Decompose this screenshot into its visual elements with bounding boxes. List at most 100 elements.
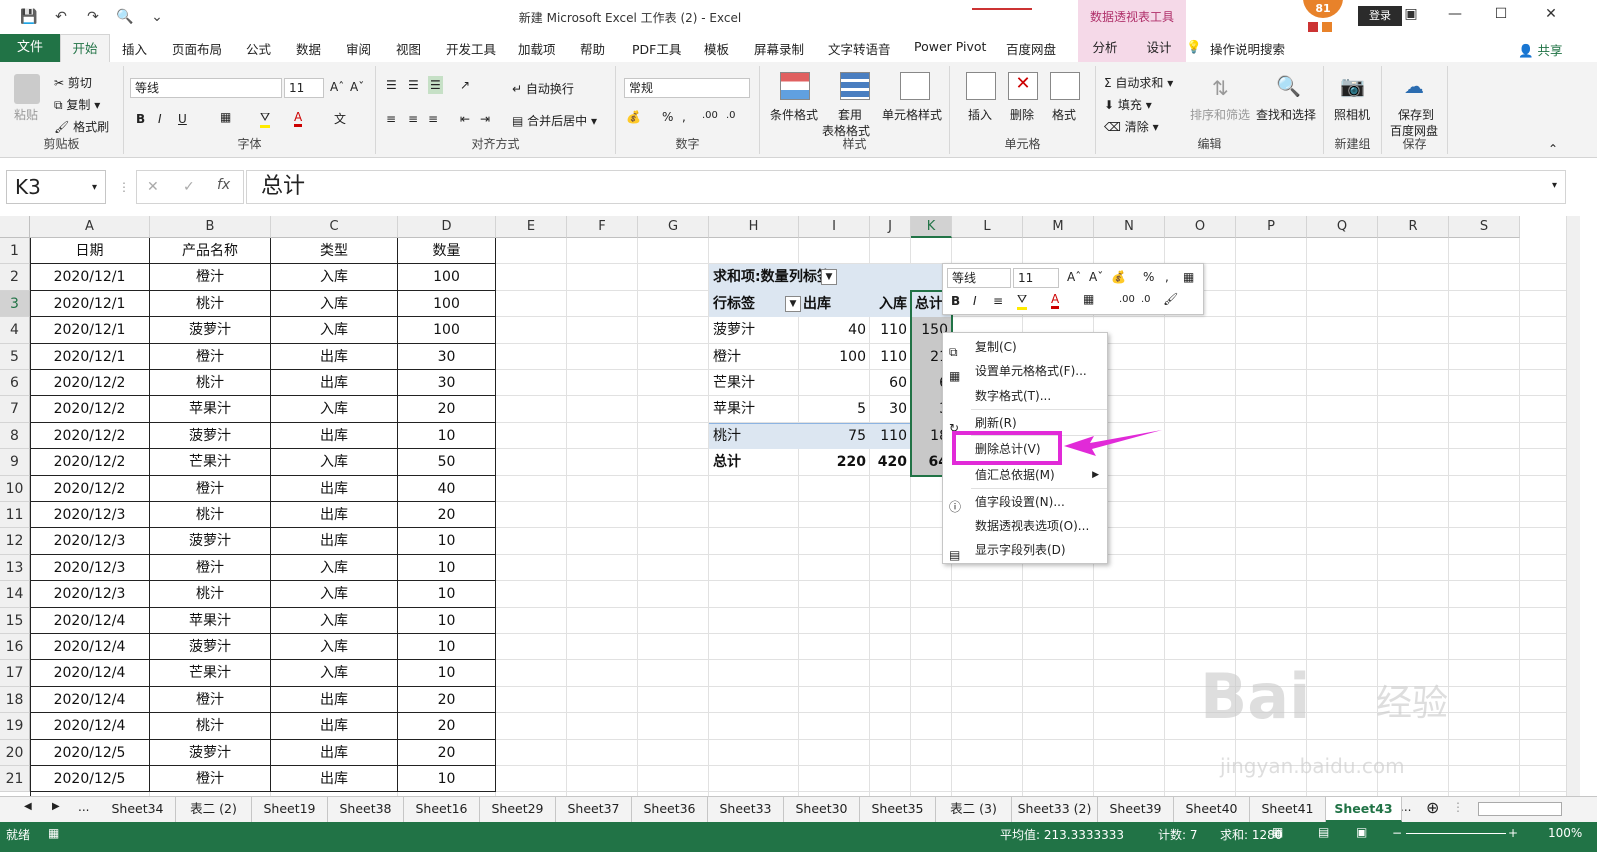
tab-home[interactable]: 开始 bbox=[60, 34, 110, 62]
cell[interactable]: 橙汁 bbox=[150, 264, 271, 291]
tab-insert[interactable]: 插入 bbox=[122, 39, 147, 58]
tab-review[interactable]: 审阅 bbox=[346, 39, 371, 58]
column-header[interactable]: J bbox=[870, 216, 911, 238]
column-header[interactable]: B bbox=[150, 216, 271, 238]
pivot-row-item[interactable]: 桃汁 bbox=[709, 423, 799, 449]
cell[interactable]: 40 bbox=[398, 475, 496, 502]
row-header[interactable]: 4 bbox=[0, 317, 30, 344]
collapse-ribbon-icon[interactable]: ⌃ bbox=[1548, 142, 1558, 156]
cell[interactable]: 桃汁 bbox=[150, 290, 271, 318]
insert-cells-icon[interactable] bbox=[966, 72, 996, 100]
row-header[interactable]: 13 bbox=[0, 554, 30, 582]
sheet-tab[interactable]: Sheet36 bbox=[632, 797, 708, 822]
cell[interactable]: 2020/12/2 bbox=[30, 422, 150, 450]
pivot-value[interactable]: 100 bbox=[799, 344, 870, 370]
sheet-tab[interactable]: Sheet40 bbox=[1174, 797, 1250, 822]
name-box[interactable]: K3 bbox=[6, 170, 106, 204]
vertical-scrollbar[interactable] bbox=[1566, 216, 1580, 796]
comma-icon[interactable]: , bbox=[682, 110, 686, 124]
pivot-grand-total[interactable]: 220 bbox=[799, 449, 870, 475]
cell[interactable]: 2020/12/4 bbox=[30, 713, 150, 740]
mini-comma-icon[interactable]: , bbox=[1165, 270, 1169, 284]
enter-icon[interactable]: ✓ bbox=[183, 179, 195, 195]
tab-formulas[interactable]: 公式 bbox=[246, 39, 271, 58]
align-left-icon[interactable]: ≡ bbox=[386, 112, 396, 126]
wrap-text-button[interactable]: ↵ 自动换行 bbox=[512, 80, 574, 97]
bold-icon[interactable]: B bbox=[136, 112, 145, 126]
column-header[interactable]: I bbox=[799, 216, 870, 238]
cell[interactable]: 桃汁 bbox=[150, 581, 271, 608]
format-painter-button[interactable]: 🖌 格式刷 bbox=[54, 118, 109, 135]
cell[interactable]: 出库 bbox=[271, 502, 398, 529]
tab-page-layout[interactable]: 页面布局 bbox=[172, 39, 222, 58]
column-header[interactable]: F bbox=[567, 216, 638, 238]
pivot-col-out[interactable]: 出库 bbox=[799, 291, 870, 317]
cell[interactable]: 入库 bbox=[271, 449, 398, 476]
cell[interactable]: 产品名称 bbox=[150, 238, 271, 265]
align-center-icon[interactable]: ≡ bbox=[408, 112, 418, 126]
increase-indent-icon[interactable]: ⇥ bbox=[480, 112, 490, 126]
share-button[interactable]: 👤 共享 bbox=[1518, 40, 1563, 59]
cell[interactable]: 2020/12/3 bbox=[30, 528, 150, 555]
sheet-tab[interactable]: Sheet33 (2) bbox=[1012, 797, 1098, 822]
menu-pivot-options[interactable]: 数据透视表选项(O)... bbox=[943, 514, 1107, 538]
cell[interactable]: 10 bbox=[398, 766, 496, 793]
select-all-corner[interactable] bbox=[0, 216, 30, 238]
cell[interactable]: 2020/12/4 bbox=[30, 686, 150, 714]
insert-cells-button[interactable]: 插入 bbox=[968, 106, 992, 123]
normal-view-icon[interactable]: ▦ bbox=[1272, 825, 1283, 839]
column-header[interactable]: D bbox=[398, 216, 496, 238]
number-format-select[interactable]: 常规 bbox=[624, 78, 750, 98]
underline-icon[interactable]: U bbox=[178, 112, 187, 126]
minimize-icon[interactable]: — bbox=[1440, 6, 1470, 22]
tab-tts[interactable]: 文字转语音 bbox=[828, 39, 891, 58]
tab-split-grip[interactable]: ⋮ bbox=[1452, 800, 1464, 814]
pivot-value[interactable]: 75 bbox=[799, 423, 870, 449]
tab-template[interactable]: 模板 bbox=[704, 39, 729, 58]
cell[interactable]: 橙汁 bbox=[150, 343, 271, 370]
clear-button[interactable]: ⌫ 清除 ▾ bbox=[1104, 118, 1159, 135]
sheet-tab[interactable]: 表二 (2) bbox=[176, 797, 252, 822]
row-header[interactable]: 14 bbox=[0, 581, 30, 608]
cell[interactable]: 菠萝汁 bbox=[150, 422, 271, 450]
align-right-icon[interactable]: ≡ bbox=[428, 112, 438, 126]
menu-copy[interactable]: ⧉ 复制(C) bbox=[943, 335, 1107, 359]
tab-addins[interactable]: 加载项 bbox=[518, 39, 556, 58]
row-header[interactable]: 5 bbox=[0, 343, 30, 370]
cell[interactable]: 30 bbox=[398, 370, 496, 397]
cell[interactable]: 入库 bbox=[271, 660, 398, 687]
pivot-value[interactable]: 40 bbox=[799, 317, 870, 343]
cell[interactable]: 20 bbox=[398, 502, 496, 529]
new-sheet-icon[interactable]: ⊕ bbox=[1426, 798, 1439, 817]
column-header[interactable]: L bbox=[952, 216, 1023, 238]
sheet-tab[interactable]: Sheet16 bbox=[404, 797, 480, 822]
italic-icon[interactable]: I bbox=[158, 112, 162, 126]
column-header[interactable]: G bbox=[638, 216, 709, 238]
cell[interactable]: 10 bbox=[398, 581, 496, 608]
sheet-tab[interactable]: Sheet39 bbox=[1098, 797, 1174, 822]
mini-bold-icon[interactable]: B bbox=[951, 294, 960, 308]
cell[interactable]: 2020/12/2 bbox=[30, 475, 150, 502]
cell[interactable]: 入库 bbox=[271, 264, 398, 291]
pivot-value[interactable] bbox=[799, 370, 870, 396]
cell[interactable]: 入库 bbox=[271, 317, 398, 344]
column-header[interactable]: H bbox=[709, 216, 799, 238]
sheet-tab[interactable]: Sheet35 bbox=[860, 797, 936, 822]
autosum-button[interactable]: Σ 自动求和 ▾ bbox=[1104, 74, 1173, 91]
cell[interactable]: 10 bbox=[398, 528, 496, 555]
find-icon[interactable]: 🔍 bbox=[1276, 74, 1301, 98]
cell[interactable]: 入库 bbox=[271, 607, 398, 634]
paste-button[interactable]: 粘贴 bbox=[14, 106, 38, 123]
paste-icon[interactable] bbox=[14, 74, 40, 104]
mini-table-icon[interactable]: ▦ bbox=[1183, 270, 1194, 284]
cell[interactable]: 出库 bbox=[271, 766, 398, 793]
mini-inc-decimal-icon[interactable]: .00 bbox=[1119, 294, 1135, 305]
pivot-column-label[interactable]: 列标签 bbox=[785, 264, 855, 290]
zoom-slider[interactable] bbox=[1406, 833, 1506, 834]
cell[interactable]: 入库 bbox=[271, 396, 398, 423]
pivot-value[interactable]: 110 bbox=[870, 344, 911, 370]
cell[interactable]: 橙汁 bbox=[150, 554, 271, 582]
sheet-tab[interactable]: Sheet19 bbox=[252, 797, 328, 822]
mini-italic-icon[interactable]: I bbox=[973, 294, 977, 308]
column-header[interactable]: N bbox=[1094, 216, 1165, 238]
